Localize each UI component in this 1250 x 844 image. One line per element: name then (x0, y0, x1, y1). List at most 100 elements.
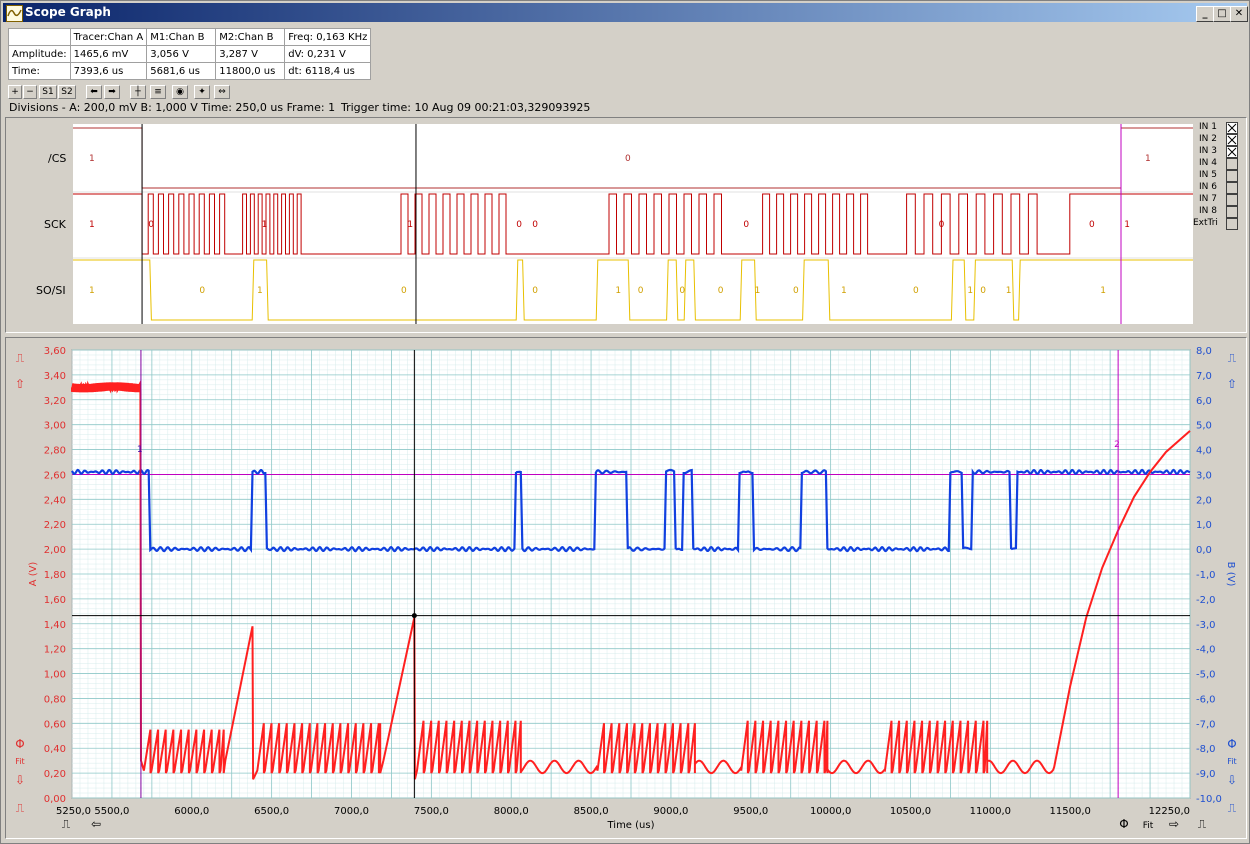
x-axis-label: Time (us) (606, 820, 654, 831)
x-tick-label: 8000,0 (494, 806, 529, 817)
sosi_label: 0 (913, 286, 919, 296)
input-row-exttrig[interactable]: ExtTri (1193, 217, 1238, 230)
table-cell: Tracer:Chan A (69, 28, 148, 46)
y-right-tick-label: 3,0 (1196, 470, 1212, 481)
table-cell: M2:Chan B (215, 28, 286, 46)
table-row: Amplitude: 1465,6 mV 3,056 V 3,287 V dV:… (8, 45, 372, 63)
table-cell: M1:Chan B (146, 28, 217, 46)
x-tick-label: 7500,0 (414, 806, 449, 817)
input-row-5[interactable]: IN 5 (1199, 169, 1239, 182)
arrow-up-icon[interactable]: ⇧ (1227, 377, 1237, 391)
y-right-tick-label: 8,0 (1196, 346, 1212, 357)
zoom-out-button[interactable]: − (23, 85, 37, 99)
phase-icon[interactable]: Φ (15, 737, 24, 751)
logic-waveforms[interactable]: 1 0 11 0 1 1 0 0 0 0 0 11 0 1 0 0 1 0 0 0 1 0 1 0 1 0 1 1 (73, 124, 1193, 324)
span-button[interactable]: ⇔ (214, 85, 230, 99)
time-trigger-icon[interactable]: ⎍ (62, 817, 71, 831)
sosi_label: 1 (89, 286, 95, 296)
y-right-tick-label: 4,0 (1196, 446, 1212, 457)
phase-icon[interactable]: Φ (1227, 737, 1236, 751)
table-cell: Freq: 0,163 KHz (284, 28, 372, 46)
sosi_label: 1 (967, 286, 973, 296)
arrow-down-icon[interactable]: ⇩ (1227, 773, 1237, 787)
table-cell (8, 28, 71, 46)
scroll-left-icon[interactable]: ⇦ (91, 817, 101, 831)
input-row-8[interactable]: IN 8 (1199, 205, 1239, 218)
cursor-button[interactable]: ┼ (130, 85, 146, 99)
sck_label: 1 (407, 220, 413, 230)
y-left-tick-label: 1,40 (44, 620, 66, 631)
phase-icon[interactable]: Φ (1119, 817, 1128, 831)
input-label: IN 5 (1199, 170, 1217, 180)
y-left-tick-label: 1,00 (44, 670, 66, 681)
sck-trace (73, 193, 1193, 255)
input-row-2[interactable]: IN 2 (1199, 133, 1239, 146)
trigger-up-icon[interactable]: ⎍ (16, 351, 25, 365)
trigger-down-icon[interactable]: ⎍ (1228, 801, 1237, 815)
sosi_label: 0 (199, 286, 205, 296)
table-row: Time: 7393,6 us 5681,6 us 11800,0 us dt:… (8, 62, 372, 80)
y-left-tick-label: 0,60 (44, 719, 66, 730)
s1-button[interactable]: S1 (39, 85, 57, 99)
list-button[interactable]: ≡ (150, 85, 166, 99)
x-tick-label: 5250,0 (56, 806, 91, 817)
trigger-time: Trigger time: 10 Aug 09 00:21:03,3290939… (341, 101, 591, 114)
marker-button[interactable]: ◉ (172, 85, 188, 99)
star-button[interactable]: ✦ (194, 85, 210, 99)
scroll-left-button[interactable]: ⬅ (86, 85, 102, 99)
y-left-tick-label: 0,20 (44, 769, 66, 780)
x-tick-label: 7000,0 (334, 806, 369, 817)
y-right-tick-label: 1,0 (1196, 520, 1212, 531)
input-row-4[interactable]: IN 4 (1199, 157, 1239, 170)
trigger-up-icon[interactable]: ⎍ (1228, 351, 1237, 365)
table-cell: 11800,0 us (215, 62, 286, 80)
cs_label: 1 (1145, 154, 1151, 164)
channel-label-sosi: SO/SI (36, 284, 66, 297)
logic-panel: /CS SCK SO/SI 10110110000011010010001010… (5, 117, 1247, 333)
table-cell: Time: (8, 62, 71, 80)
minimize-button[interactable]: _ (1196, 6, 1214, 22)
x-tick-label: 10500,0 (890, 806, 931, 817)
y-left-tick-label: 2,20 (44, 520, 66, 531)
input-label: IN 6 (1199, 182, 1217, 192)
time-trigger-icon[interactable]: ⎍ (1198, 817, 1207, 831)
scroll-right-icon[interactable]: ⇨ (1169, 817, 1179, 831)
x-tick-label: 11000,0 (970, 806, 1011, 817)
fit-button[interactable]: Fit (15, 757, 24, 766)
y-right-tick-label: -9,0 (1196, 769, 1216, 780)
table-cell: Amplitude: (8, 45, 71, 63)
sck_label: 0 (743, 220, 749, 230)
tracer-point[interactable] (411, 613, 417, 619)
input-row-1[interactable]: IN 1 (1199, 121, 1239, 134)
y-right-tick-label: -2,0 (1196, 595, 1216, 606)
table-cell: 5681,6 us (146, 62, 217, 80)
y-right-tick-label: -3,0 (1196, 620, 1216, 631)
close-button[interactable]: ✕ (1230, 6, 1248, 22)
s2-button[interactable]: S2 (58, 85, 76, 99)
input-row-3[interactable]: IN 3 (1199, 145, 1239, 158)
arrow-down-icon[interactable]: ⇩ (15, 773, 25, 787)
sosi_label: 1 (841, 286, 847, 296)
table-cell: 1465,6 mV (69, 45, 148, 63)
table-row: Tracer:Chan A M1:Chan B M2:Chan B Freq: … (8, 28, 372, 46)
channel-label-cs: /CS (48, 152, 67, 165)
fit-button[interactable]: Fit (1227, 757, 1236, 766)
sosi-trace (73, 259, 1193, 321)
trigger-down-icon[interactable]: ⎍ (16, 801, 25, 815)
sosi_label: 0 (793, 286, 799, 296)
input-row-6[interactable]: IN 6 (1199, 181, 1239, 194)
y-right-tick-label: 5,0 (1196, 421, 1212, 432)
scope-chart[interactable]: 0,00 0,20 0,40 0,60 0,80 1,00 1,20 1,40 1,60 1,80… (6, 338, 1246, 838)
scroll-right-button[interactable]: ➡ (104, 85, 120, 99)
table-cell: 7393,6 us (69, 62, 148, 80)
y-left-tick-label: 2,60 (44, 470, 66, 481)
zoom-in-button[interactable]: + (8, 85, 22, 99)
sosi_label: 1 (755, 286, 761, 296)
arrow-up-icon[interactable]: ⇧ (15, 377, 25, 391)
fit-button[interactable]: Fit (1143, 821, 1154, 831)
scope-window: Scope Graph _ □ ✕ Tracer:Chan A M1:Chan … (0, 0, 1250, 844)
maximize-button[interactable]: □ (1213, 6, 1231, 22)
input-row-7[interactable]: IN 7 (1199, 193, 1239, 206)
sosi_label: 1 (615, 286, 621, 296)
checkbox-unchecked-icon[interactable] (1226, 218, 1238, 230)
